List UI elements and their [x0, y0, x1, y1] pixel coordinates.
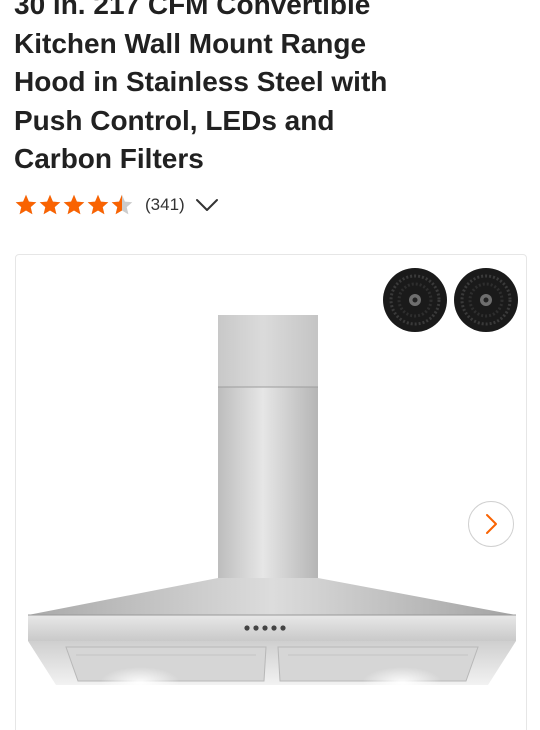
product-title-line: Kitchen Wall Mount Range	[14, 27, 367, 59]
chevron-right-icon	[486, 514, 497, 534]
product-title-line: 30 in. 217 CFM Convertible	[14, 0, 371, 20]
product-page: 30 in. 217 CFM Convertible Kitchen Wall …	[0, 0, 540, 730]
rating-summary[interactable]: (341)	[14, 192, 219, 218]
star-icon	[63, 194, 85, 215]
carbon-filter-image	[383, 268, 447, 332]
product-title-line: Push Control, LEDs and	[14, 104, 335, 136]
product-title-line: Carbon Filters	[14, 143, 204, 174]
star-rating	[14, 193, 134, 217]
star-icon	[111, 194, 133, 215]
star-icon	[39, 194, 61, 215]
next-image-button[interactable]	[468, 501, 514, 547]
product-title-line: Hood in Stainless Steel with	[14, 66, 388, 97]
review-count[interactable]: (341)	[145, 192, 185, 218]
carbon-filter-image	[454, 268, 518, 332]
chevron-down-icon[interactable]	[195, 197, 219, 213]
star-icon	[87, 194, 109, 215]
product-image	[28, 315, 516, 699]
product-image-carousel[interactable]	[15, 254, 527, 730]
star-icon	[15, 194, 37, 215]
product-title: 30 in. 217 CFM Convertible Kitchen Wall …	[14, 0, 514, 179]
